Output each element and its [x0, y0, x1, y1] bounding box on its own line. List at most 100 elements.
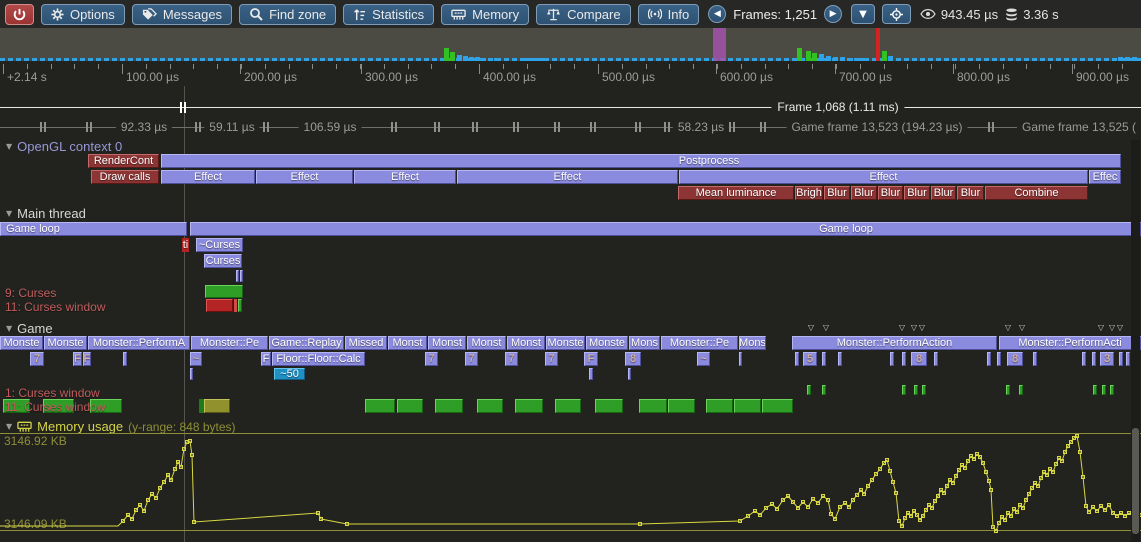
- zone[interactable]: [1119, 352, 1123, 366]
- frame-separator[interactable]: [760, 122, 762, 132]
- zone[interactable]: [987, 352, 991, 366]
- zone[interactable]: Blur: [824, 186, 850, 200]
- zone[interactable]: Postprocess: [161, 154, 1121, 168]
- zone[interactable]: [922, 385, 926, 395]
- frame-bar[interactable]: [882, 51, 887, 61]
- zone[interactable]: 7: [545, 352, 558, 366]
- time-axis[interactable]: +2.14 s100.00 µs200.00 µs300.00 µs400.00…: [0, 61, 1141, 86]
- zone[interactable]: F: [73, 352, 82, 366]
- zone[interactable]: [1082, 352, 1086, 366]
- zone[interactable]: Monste: [44, 336, 87, 350]
- scrollbar-thumb[interactable]: [1132, 428, 1139, 534]
- zone[interactable]: ~50: [274, 368, 305, 380]
- frame-ruler-line[interactable]: [0, 107, 1141, 108]
- zone[interactable]: Game loop: [0, 222, 187, 236]
- memory-usage-chart[interactable]: [0, 430, 1141, 542]
- collapsed-zones-marker-icon[interactable]: ▽: [919, 323, 925, 332]
- frame-separator[interactable]: [733, 122, 735, 132]
- zone[interactable]: [890, 352, 894, 366]
- zone[interactable]: Monste: [546, 336, 585, 350]
- zone[interactable]: Game loop: [190, 222, 1141, 236]
- zone[interactable]: Mean luminance: [678, 186, 794, 200]
- zone[interactable]: [234, 299, 237, 312]
- zone[interactable]: ~: [190, 352, 202, 366]
- frame-separator[interactable]: [988, 122, 990, 132]
- zone[interactable]: Monst: [507, 336, 545, 350]
- collapsed-zones-marker-icon[interactable]: ▽: [1098, 323, 1104, 332]
- thread-label[interactable]: 1: Curses window: [5, 386, 100, 400]
- frame-bar[interactable]: [806, 51, 811, 61]
- zone[interactable]: Blur: [957, 186, 984, 200]
- zone[interactable]: 7: [30, 352, 44, 366]
- collapsed-zones-marker-icon[interactable]: ▽: [1019, 323, 1025, 332]
- zone[interactable]: [190, 368, 193, 380]
- frame-separator[interactable]: [517, 122, 519, 132]
- zone[interactable]: Mons: [629, 336, 660, 350]
- zone[interactable]: [1110, 385, 1114, 395]
- frame-separator[interactable]: [90, 122, 92, 132]
- frame-separator[interactable]: [668, 122, 670, 132]
- frame-separator[interactable]: [86, 122, 88, 132]
- zone[interactable]: [204, 399, 230, 413]
- zone[interactable]: [240, 270, 243, 282]
- frame-separator[interactable]: [639, 122, 641, 132]
- memory-button[interactable]: Memory: [441, 4, 529, 25]
- zone[interactable]: [795, 352, 799, 366]
- frame-separator[interactable]: [195, 122, 197, 132]
- zone[interactable]: Blur: [851, 186, 877, 200]
- frame-time-label[interactable]: Game frame 13,523 (194.23 µs): [787, 120, 968, 134]
- zone[interactable]: F: [261, 352, 271, 366]
- frame-bar[interactable]: [444, 48, 449, 61]
- zone[interactable]: Blur: [904, 186, 930, 200]
- zone[interactable]: RenderCont: [88, 154, 159, 168]
- zone[interactable]: Monst: [467, 336, 506, 350]
- statistics-button[interactable]: Statistics: [343, 4, 434, 25]
- zone[interactable]: [515, 399, 543, 413]
- options-button[interactable]: Options: [41, 4, 125, 25]
- section-header-main-thread[interactable]: ▼ Main thread: [6, 206, 86, 221]
- zone[interactable]: [807, 385, 811, 395]
- zone[interactable]: [668, 399, 695, 413]
- zone[interactable]: ~: [697, 352, 710, 366]
- zone[interactable]: [1126, 352, 1130, 366]
- collapsed-zones-marker-icon[interactable]: ▽: [911, 323, 917, 332]
- frame-separator[interactable]: [391, 122, 393, 132]
- compare-button[interactable]: Compare: [536, 4, 630, 25]
- zone[interactable]: [706, 399, 733, 413]
- zone[interactable]: [997, 352, 1001, 366]
- messages-button[interactable]: Messages: [132, 4, 232, 25]
- frame-separator[interactable]: [263, 122, 265, 132]
- zone[interactable]: Monster::PerformA: [88, 336, 190, 350]
- zone[interactable]: Monster::PerformAction: [792, 336, 997, 350]
- thread-label[interactable]: 11: Curses window: [5, 300, 106, 314]
- frame-time-label[interactable]: 92.33 µs: [116, 120, 172, 134]
- zone[interactable]: Effect: [679, 170, 1088, 184]
- collapsed-zones-marker-icon[interactable]: ▽: [1109, 323, 1115, 332]
- frame-overview-strip[interactable]: [0, 28, 1141, 61]
- zone[interactable]: [1019, 385, 1023, 395]
- section-header-opengl[interactable]: ▼ OpenGL context 0: [6, 139, 122, 154]
- frame-title[interactable]: Frame 1,068 (1.11 ms): [771, 100, 904, 114]
- zone[interactable]: Brigh: [795, 186, 823, 200]
- frame-separator[interactable]: [199, 122, 201, 132]
- zone[interactable]: Monster::Pe: [661, 336, 738, 350]
- frame-separator[interactable]: [729, 122, 731, 132]
- zone[interactable]: 7: [425, 352, 438, 366]
- frame-separator[interactable]: [554, 122, 556, 132]
- zone[interactable]: 8: [625, 352, 641, 366]
- zone[interactable]: 8: [1007, 352, 1023, 366]
- zone[interactable]: [595, 399, 623, 413]
- collapse-frames-button[interactable]: ▼: [851, 4, 875, 24]
- zone[interactable]: [236, 270, 239, 282]
- zone[interactable]: 7: [465, 352, 478, 366]
- zone[interactable]: Floor::Floor::Calc: [272, 352, 365, 366]
- info-button[interactable]: Info: [638, 4, 700, 25]
- frame-bar[interactable]: [819, 54, 824, 61]
- frame-separator[interactable]: [472, 122, 474, 132]
- frame-bar[interactable]: [812, 53, 817, 61]
- frame-bar[interactable]: [450, 52, 455, 61]
- frame-separator[interactable]: [764, 122, 766, 132]
- zone[interactable]: [477, 399, 503, 413]
- frame-time-label[interactable]: Game frame 13,525 (: [1017, 120, 1141, 134]
- frame-separator[interactable]: [434, 122, 436, 132]
